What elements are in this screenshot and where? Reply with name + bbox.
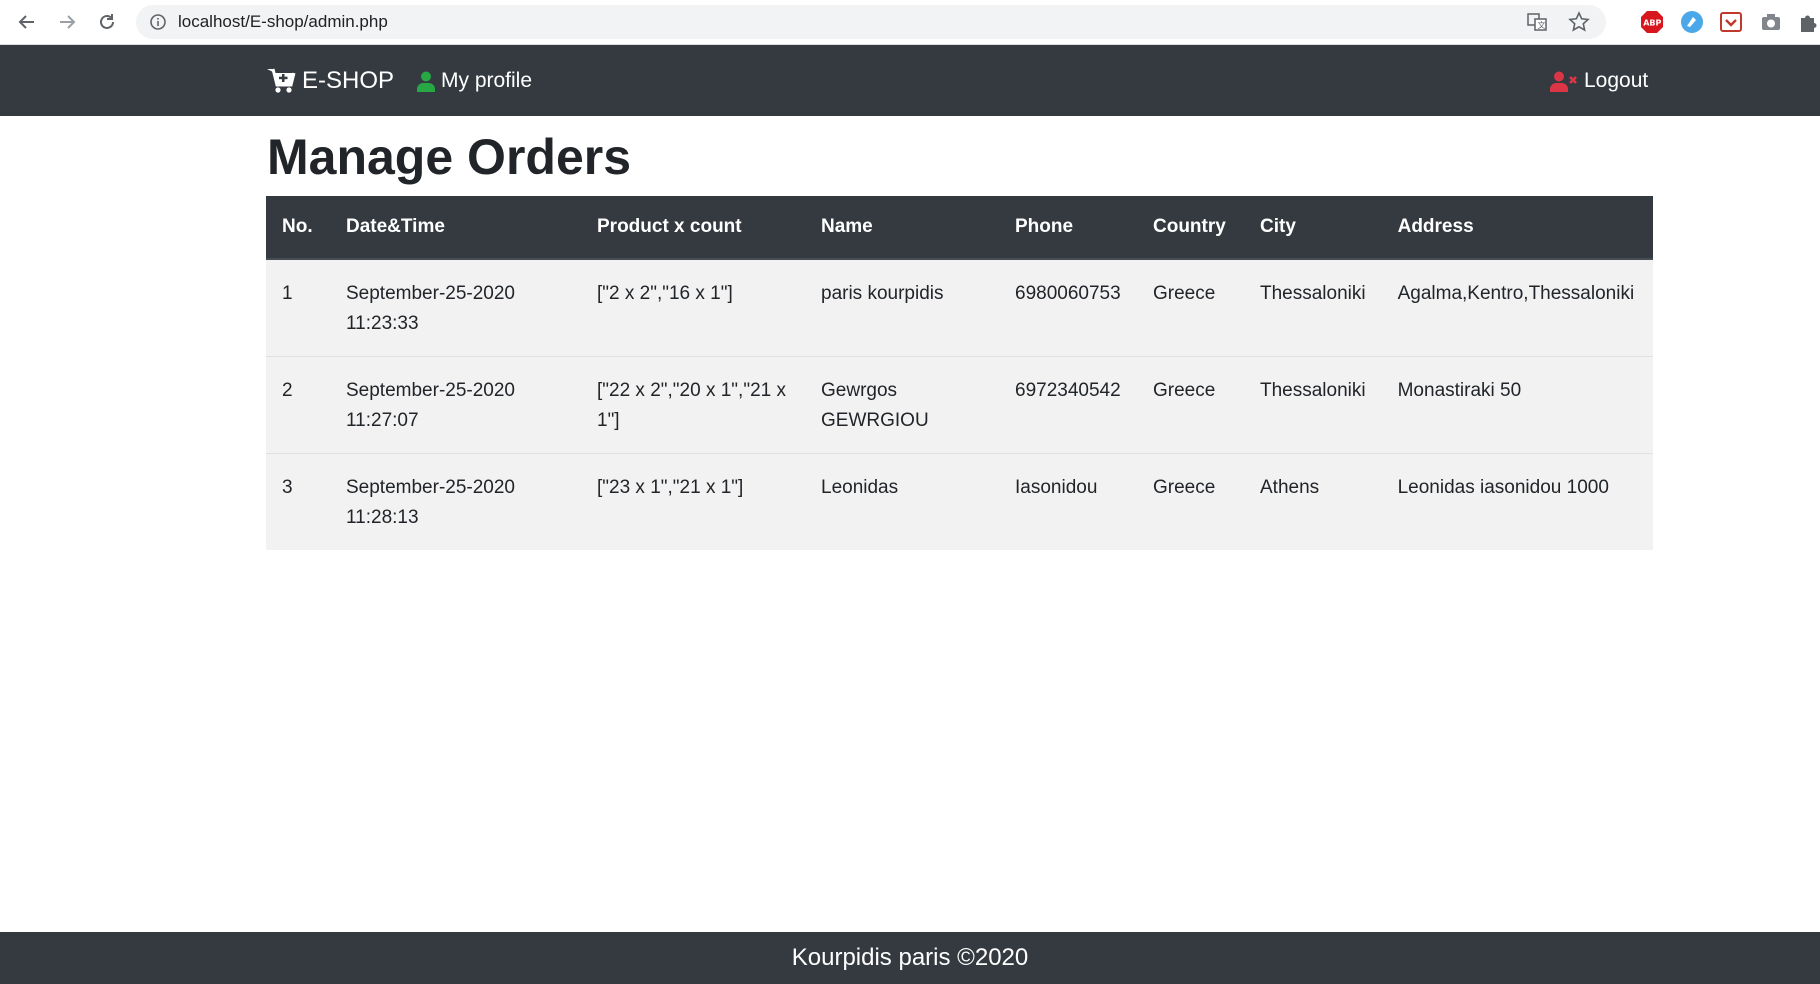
cell-datetime: September-25-2020 11:28:13 <box>330 453 581 550</box>
header-name: Name <box>805 196 999 260</box>
cell-no: 3 <box>266 453 330 550</box>
table-header-row: No. Date&Time Product x count Name Phone… <box>266 196 1653 260</box>
cell-city: Thessaloniki <box>1244 356 1382 454</box>
cell-phone: 6980060753 <box>1015 283 1121 304</box>
brand-label: E-SHOP <box>302 67 395 94</box>
address-bar[interactable]: localhost/E-shop/admin.php 文 <box>136 5 1606 39</box>
cell-no: 1 <box>282 283 293 304</box>
cell-products: ["22 x 2","20 x 1","21 x 1"] <box>581 356 805 454</box>
forward-arrow-icon <box>60 15 76 29</box>
cell-city: Thessaloniki <box>1260 283 1366 304</box>
cell-products: ["2 x 2","16 x 1"] <box>597 283 733 304</box>
extensions-puzzle-icon[interactable] <box>1796 10 1820 34</box>
svg-text:ABP: ABP <box>1643 19 1661 28</box>
cell-country: Greece <box>1137 356 1244 454</box>
header-products: Product x count <box>581 196 805 260</box>
cell-city: Athens <box>1244 453 1382 550</box>
brand-link[interactable]: E-SHOP <box>266 67 394 95</box>
cell-products: ["23 x 1","21 x 1"] <box>581 453 805 550</box>
cell-name: Gewrgos GEWRGIOU <box>805 356 999 454</box>
back-arrow-icon <box>18 15 34 29</box>
reload-button[interactable] <box>94 9 120 35</box>
cell-name: Leonidas <box>805 453 999 550</box>
footer-text: Kourpidis paris ©2020 <box>791 944 1029 971</box>
cell-phone: 6972340542 <box>999 356 1137 454</box>
header-phone: Phone <box>999 196 1137 260</box>
adblock-plus-icon[interactable]: ABP <box>1640 10 1664 34</box>
orders-table: No. Date&Time Product x count Name Phone… <box>266 196 1653 550</box>
back-button[interactable] <box>14 9 40 35</box>
cell-country: Greece <box>1153 283 1216 304</box>
my-profile-label: My profile <box>441 69 533 92</box>
header-address: Address <box>1381 196 1653 260</box>
cell-country: Greece <box>1137 453 1244 550</box>
extension-blue-icon[interactable] <box>1680 10 1704 34</box>
site-navbar: E-SHOP My profile Logout <box>0 45 1820 116</box>
site-info-icon[interactable] <box>148 12 168 32</box>
user-times-icon <box>1550 71 1577 92</box>
logout-label: Logout <box>1584 69 1649 92</box>
browser-toolbar: localhost/E-shop/admin.php 文 ABP <box>0 0 1820 45</box>
header-country: Country <box>1137 196 1244 260</box>
camera-icon[interactable] <box>1759 10 1783 34</box>
cell-name: paris kourpidis <box>821 283 944 304</box>
header-datetime: Date&Time <box>330 196 581 260</box>
cell-datetime: September-25-2020 11:27:07 <box>330 356 581 454</box>
cell-address: Agalma,Kentro,Thessaloniki <box>1397 283 1635 304</box>
cell-no: 2 <box>266 356 330 454</box>
forward-button[interactable] <box>54 9 80 35</box>
table-row: 2 September-25-2020 11:27:07 ["22 x 2","… <box>266 356 1653 454</box>
site-footer: Kourpidis paris ©2020 <box>0 932 1820 984</box>
cell-phone: Iasonidou <box>999 453 1137 550</box>
page-title: Manage Orders <box>267 129 632 185</box>
svg-text:文: 文 <box>1538 20 1546 30</box>
cell-datetime: September-25-2020 11:23:33 <box>346 283 515 334</box>
header-city: City <box>1244 196 1382 260</box>
reload-icon <box>100 14 114 29</box>
table-row: 3 September-25-2020 11:28:13 ["23 x 1","… <box>266 453 1653 550</box>
bookmark-star-icon[interactable] <box>1568 11 1590 38</box>
table-row: 1 September-25-2020 11:23:33 ["2 x 2","1… <box>266 259 1653 357</box>
logout-link[interactable]: Logout <box>1550 69 1648 93</box>
pocket-icon[interactable] <box>1719 10 1743 34</box>
user-icon <box>417 71 435 92</box>
my-profile-link[interactable]: My profile <box>417 69 532 93</box>
url-text[interactable]: localhost/E-shop/admin.php <box>178 12 388 32</box>
cell-address: Monastiraki 50 <box>1381 356 1653 454</box>
translate-icon[interactable]: 文 <box>1526 11 1548 38</box>
header-no: No. <box>266 196 330 260</box>
cell-address: Leonidas iasonidou 1000 <box>1381 453 1653 550</box>
cart-plus-icon <box>267 68 296 93</box>
